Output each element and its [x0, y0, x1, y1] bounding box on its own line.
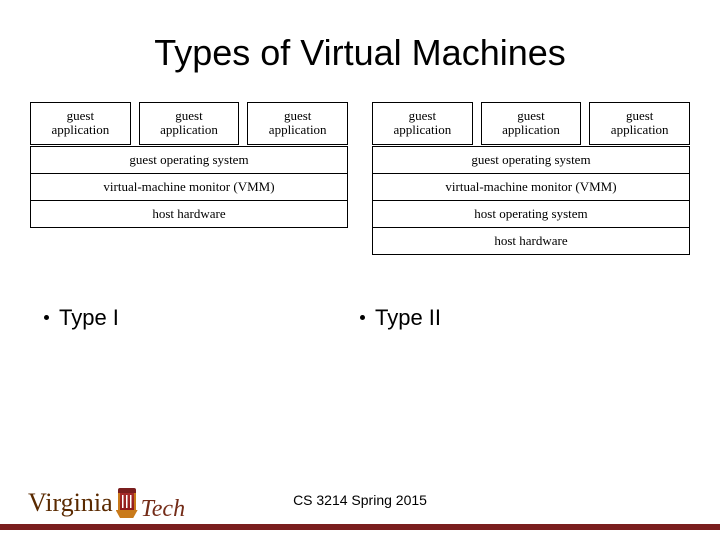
type1-app-box: guestapplication: [247, 102, 348, 145]
type2-diagram: guestapplication guestapplication guesta…: [372, 102, 690, 255]
diagrams-row: guestapplication guestapplication guesta…: [0, 74, 720, 255]
type2-layer-host-os: host operating system: [372, 200, 690, 228]
type1-app-box: guestapplication: [30, 102, 131, 145]
type1-layer-host-hw: host hardware: [30, 200, 348, 228]
labels-row: Type I Type II: [0, 255, 720, 331]
label-type1-text: Type I: [59, 305, 119, 331]
type2-app-box: guestapplication: [481, 102, 582, 145]
logo-virginia-text: Virginia: [28, 488, 113, 518]
type1-apps-row: guestapplication guestapplication guesta…: [30, 102, 348, 145]
type2-apps-row: guestapplication guestapplication guesta…: [372, 102, 690, 145]
type1-layer-vmm: virtual-machine monitor (VMM): [30, 173, 348, 201]
type2-layer-host-hw: host hardware: [372, 227, 690, 255]
label-type2: Type II: [360, 305, 676, 331]
type2-layer-guest-os: guest operating system: [372, 146, 690, 174]
bullet-icon: [360, 315, 365, 320]
label-type1: Type I: [44, 305, 360, 331]
type2-app-box: guestapplication: [589, 102, 690, 145]
type2-app-box: guestapplication: [372, 102, 473, 145]
slide-title: Types of Virtual Machines: [0, 0, 720, 74]
logo-shield-icon: [116, 488, 138, 518]
type1-diagram: guestapplication guestapplication guesta…: [30, 102, 348, 255]
type1-layer-guest-os: guest operating system: [30, 146, 348, 174]
accent-line: [0, 524, 720, 530]
type1-app-box: guestapplication: [139, 102, 240, 145]
logo-tech-text: Tech: [141, 496, 185, 523]
vt-logo: Virginia Tech: [28, 488, 185, 518]
type2-layer-vmm: virtual-machine monitor (VMM): [372, 173, 690, 201]
bullet-icon: [44, 315, 49, 320]
label-type2-text: Type II: [375, 305, 441, 331]
